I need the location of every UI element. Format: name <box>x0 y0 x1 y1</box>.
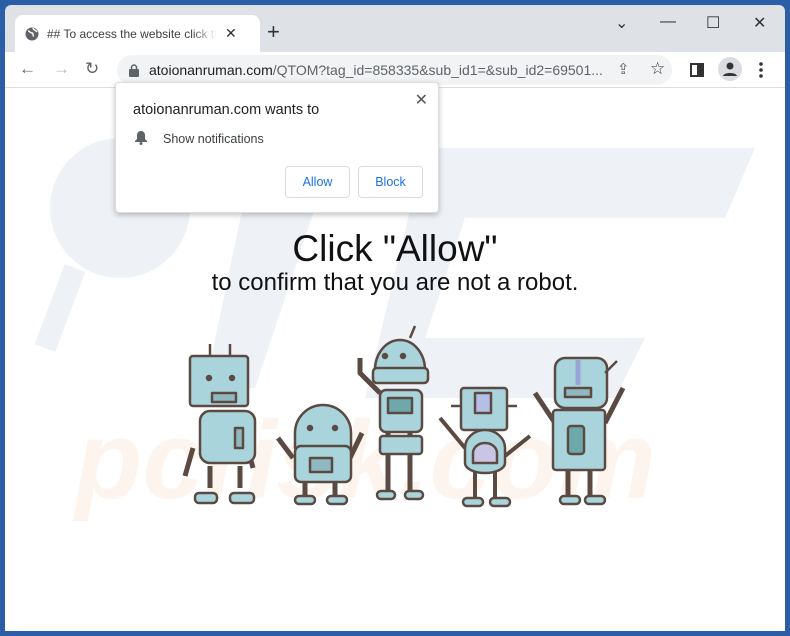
robot-5 <box>532 356 626 506</box>
side-panel-icon[interactable] <box>690 63 704 77</box>
browser-window: ## To access the website click the ✕ + ⌄… <box>5 5 785 631</box>
permission-label: Show notifications <box>163 132 264 146</box>
tab-close-button[interactable]: ✕ <box>225 25 237 42</box>
block-button[interactable]: Block <box>358 166 423 198</box>
robot-2 <box>276 403 365 506</box>
url-path: /QTOM?tag_id=858335&sub_id1=&sub_id2=695… <box>272 62 603 78</box>
menu-kebab-icon[interactable] <box>758 62 764 78</box>
profile-avatar-icon[interactable] <box>718 57 742 81</box>
back-button[interactable]: ← <box>19 59 36 79</box>
minimize-button[interactable]: — <box>660 13 676 31</box>
tab-active[interactable]: ## To access the website click the ✕ <box>15 15 260 52</box>
dialog-close-button[interactable]: ✕ <box>415 90 428 110</box>
share-icon[interactable]: ⇪ <box>617 60 630 78</box>
url-host: atoionanruman.com <box>149 62 273 78</box>
lock-icon <box>129 63 139 77</box>
tab-title: ## To access the website click the <box>47 26 217 41</box>
tab-search-button[interactable]: ⌄ <box>615 13 628 33</box>
bookmark-star-icon[interactable]: ☆ <box>650 59 665 79</box>
maximize-button[interactable]: ☐ <box>706 13 720 33</box>
allow-button[interactable]: Allow <box>285 166 350 198</box>
bell-icon <box>135 131 147 145</box>
globe-icon <box>25 27 39 40</box>
dialog-heading: atoionanruman.com wants to <box>133 102 320 118</box>
robot-3 <box>357 325 430 501</box>
new-tab-button[interactable]: + <box>267 19 280 45</box>
forward-button[interactable]: → <box>53 59 70 79</box>
robot-4 <box>438 386 532 508</box>
robot-1 <box>182 344 257 505</box>
notification-permission-dialog: atoionanruman.com wants to ✕ Show notifi… <box>115 82 439 213</box>
reload-button[interactable]: ↻ <box>85 59 99 79</box>
address-bar[interactable]: atoionanruman.com/QTOM?tag_id=858335&sub… <box>117 55 672 85</box>
close-window-button[interactable]: ✕ <box>753 13 766 33</box>
